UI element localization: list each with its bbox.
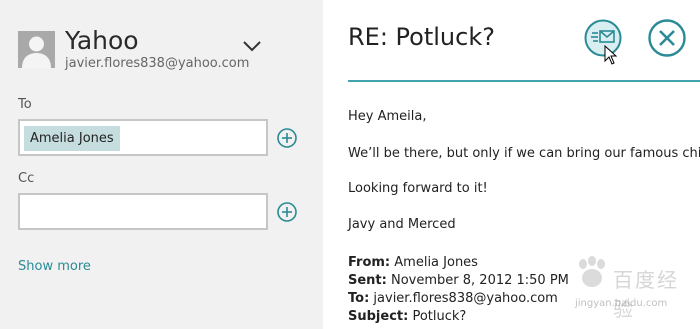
quoted-sent-label: Sent: [348,273,387,288]
header-divider [348,80,700,82]
mouse-cursor-icon [604,44,618,65]
to-field[interactable]: Amelia Jones [18,119,268,156]
quoted-subject-label: Subject: [348,309,409,324]
paw-icon [579,256,605,287]
account-name: Yahoo [65,26,139,55]
cc-field[interactable] [18,193,268,230]
quoted-to-value: javier.flores838@yahoo.com [373,291,558,306]
to-label: To [18,97,32,112]
add-to-recipient-icon[interactable] [277,128,297,148]
show-more-link[interactable]: Show more [18,259,91,274]
body-line[interactable]: Looking forward to it! [348,181,488,196]
watermark-url: jingyan.baidu.com [575,298,668,309]
recipient-chip[interactable]: Amelia Jones [24,126,120,151]
quoted-to: To: javier.flores838@yahoo.com [348,291,558,306]
add-cc-recipient-icon[interactable] [277,202,297,222]
cc-label: Cc [18,171,35,186]
body-greeting[interactable]: Hey Ameila, [348,109,426,124]
body-signature[interactable]: Javy and Merced [348,217,456,232]
quoted-subject-value: Potluck? [412,309,467,324]
quoted-sent-value: November 8, 2012 1:50 PM [391,273,569,288]
account-email: javier.flores838@yahoo.com [65,56,250,71]
watermark-text: 百度经验 [613,268,679,321]
quoted-from: From: Amelia Jones [348,255,478,270]
quoted-sent: Sent: November 8, 2012 1:50 PM [348,273,569,288]
quoted-from-value: Amelia Jones [394,255,478,270]
quoted-from-label: From: [348,255,391,270]
compose-left-pane: Yahoo javier.flores838@yahoo.com To Amel… [0,0,323,329]
quoted-to-label: To: [348,291,370,306]
message-subject[interactable]: RE: Potluck? [348,23,495,51]
chevron-down-icon[interactable] [243,37,261,52]
body-line[interactable]: We’ll be there, but only if we can bring… [348,146,700,161]
close-icon[interactable] [648,19,686,57]
watermark: 百度经验 jingyan.baidu.com [565,250,695,325]
quoted-subject: Subject: Potluck? [348,309,466,324]
person-icon [18,31,55,68]
